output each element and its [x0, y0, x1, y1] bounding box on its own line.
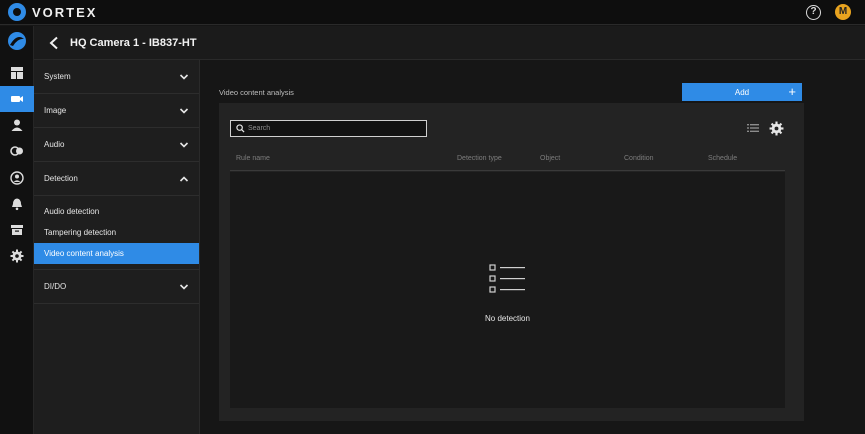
gear-icon[interactable]: [769, 121, 784, 136]
menu-section-image[interactable]: Image: [34, 94, 199, 128]
menu-section-detection[interactable]: Detection: [34, 162, 199, 196]
bell-icon: [12, 198, 22, 211]
rail-users[interactable]: [0, 112, 34, 138]
archive-icon: [11, 225, 23, 235]
column-header-rule-name[interactable]: Rule name: [236, 155, 270, 162]
add-button-label: Add: [734, 87, 750, 97]
chevron-down-icon: [179, 283, 189, 290]
rail-cameras[interactable]: [0, 86, 34, 112]
rail-notifications[interactable]: [0, 191, 34, 217]
submenu-item-video-content-analysis[interactable]: Video content analysis: [34, 243, 199, 264]
detection-submenu: Audio detection Tampering detection Vide…: [34, 196, 199, 270]
gear-icon: [10, 249, 24, 263]
empty-state-message: No detection: [485, 314, 530, 323]
menu-section-label: System: [44, 72, 71, 81]
user-icon: [11, 119, 23, 131]
table-body: No detection: [230, 172, 785, 408]
back-icon[interactable]: [48, 36, 60, 50]
help-icon[interactable]: ?: [806, 4, 821, 20]
section-label: Video content analysis: [219, 88, 294, 97]
dashboard-icon: [11, 67, 23, 79]
top-bar: VORTEX ? M: [0, 0, 865, 25]
column-header-condition[interactable]: Condition: [624, 155, 654, 162]
chevron-down-icon: [179, 107, 189, 114]
menu-section-label: Detection: [44, 174, 78, 183]
submenu-item-tampering-detection[interactable]: Tampering detection: [34, 222, 199, 243]
menu-section-dido[interactable]: DI/DO: [34, 270, 199, 304]
menu-section-label: Audio: [44, 140, 65, 149]
plus-icon: +: [788, 84, 796, 99]
empty-list-icon: [489, 264, 525, 293]
chevron-down-icon: [179, 73, 189, 80]
table-header: Rule name Detection type Object Conditio…: [230, 153, 785, 171]
devices-icon: [10, 146, 23, 156]
search-placeholder: Search: [248, 125, 271, 132]
menu-section-label: DI/DO: [44, 282, 67, 291]
menu-section-audio[interactable]: Audio: [34, 128, 199, 162]
rail-archive[interactable]: [0, 217, 34, 243]
add-button[interactable]: Add +: [682, 83, 802, 101]
list-view-icon[interactable]: [747, 123, 759, 133]
column-header-detection-type[interactable]: Detection type: [457, 155, 502, 162]
column-header-schedule[interactable]: Schedule: [708, 155, 737, 162]
vortex-logo[interactable]: VORTEX: [8, 3, 97, 21]
search-icon: [236, 124, 245, 133]
search-input[interactable]: Search: [230, 120, 427, 137]
chevron-up-icon: [179, 175, 189, 182]
icon-rail: [0, 26, 34, 434]
chevron-down-icon: [179, 141, 189, 148]
menu-section-system[interactable]: System: [34, 60, 199, 94]
submenu-item-audio-detection[interactable]: Audio detection: [34, 201, 199, 222]
rail-dashboard[interactable]: [0, 60, 34, 86]
avatar[interactable]: M: [835, 4, 851, 20]
rail-settings[interactable]: [0, 243, 34, 269]
camera-icon: [11, 96, 23, 102]
rail-account[interactable]: [0, 165, 34, 191]
app-name: VORTEX: [32, 4, 98, 20]
menu-section-label: Image: [44, 106, 67, 115]
page-header: HQ Camera 1 - IB837-HT: [34, 26, 865, 60]
rail-devices[interactable]: [0, 138, 34, 164]
settings-menu: System Image Audio Detection Audio detec…: [34, 60, 200, 434]
vortex-brand-icon[interactable]: [0, 28, 34, 54]
page-title: HQ Camera 1 - IB837-HT: [70, 36, 197, 49]
vortex-logo-icon: [8, 3, 26, 21]
account-icon: [10, 171, 24, 185]
column-header-object[interactable]: Object: [540, 155, 560, 162]
main-content: Video content analysis Add + Search Rule…: [200, 60, 865, 434]
rules-panel: Search Rule name Detection type Object C…: [219, 103, 804, 421]
